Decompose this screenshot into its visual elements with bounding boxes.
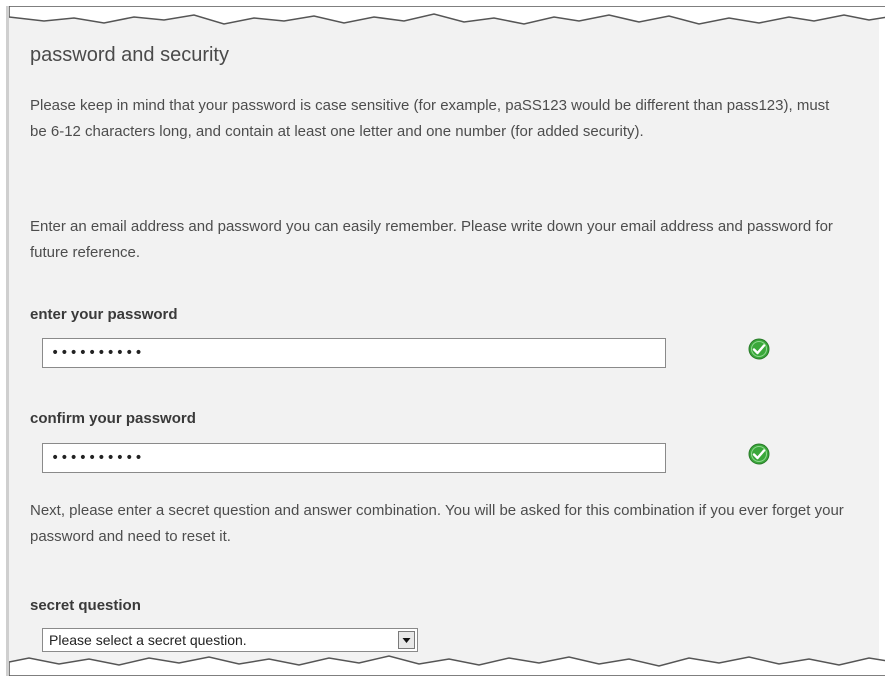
check-circle-icon bbox=[748, 338, 770, 360]
secret-question-intro: Next, please enter a secret question and… bbox=[30, 502, 844, 545]
secret-question-selected: Please select a secret question. bbox=[49, 632, 247, 648]
dropdown-arrow-icon[interactable] bbox=[398, 631, 415, 649]
secret-question-select[interactable]: Please select a secret question. bbox=[42, 628, 418, 652]
password-rules-text: Please keep in mind that your password i… bbox=[30, 97, 830, 140]
section-title: password and security bbox=[30, 44, 229, 66]
check-circle-icon bbox=[748, 443, 770, 465]
instructions-text: Enter an email address and password you … bbox=[30, 218, 833, 261]
password-label: enter your password bbox=[30, 306, 178, 323]
confirm-password-label: confirm your password bbox=[30, 410, 196, 427]
torn-edge-top bbox=[9, 6, 885, 25]
confirm-password-input[interactable]: •••••••••• bbox=[42, 443, 666, 473]
secret-question-label: secret question bbox=[30, 597, 141, 614]
password-input[interactable]: •••••••••• bbox=[42, 338, 666, 368]
